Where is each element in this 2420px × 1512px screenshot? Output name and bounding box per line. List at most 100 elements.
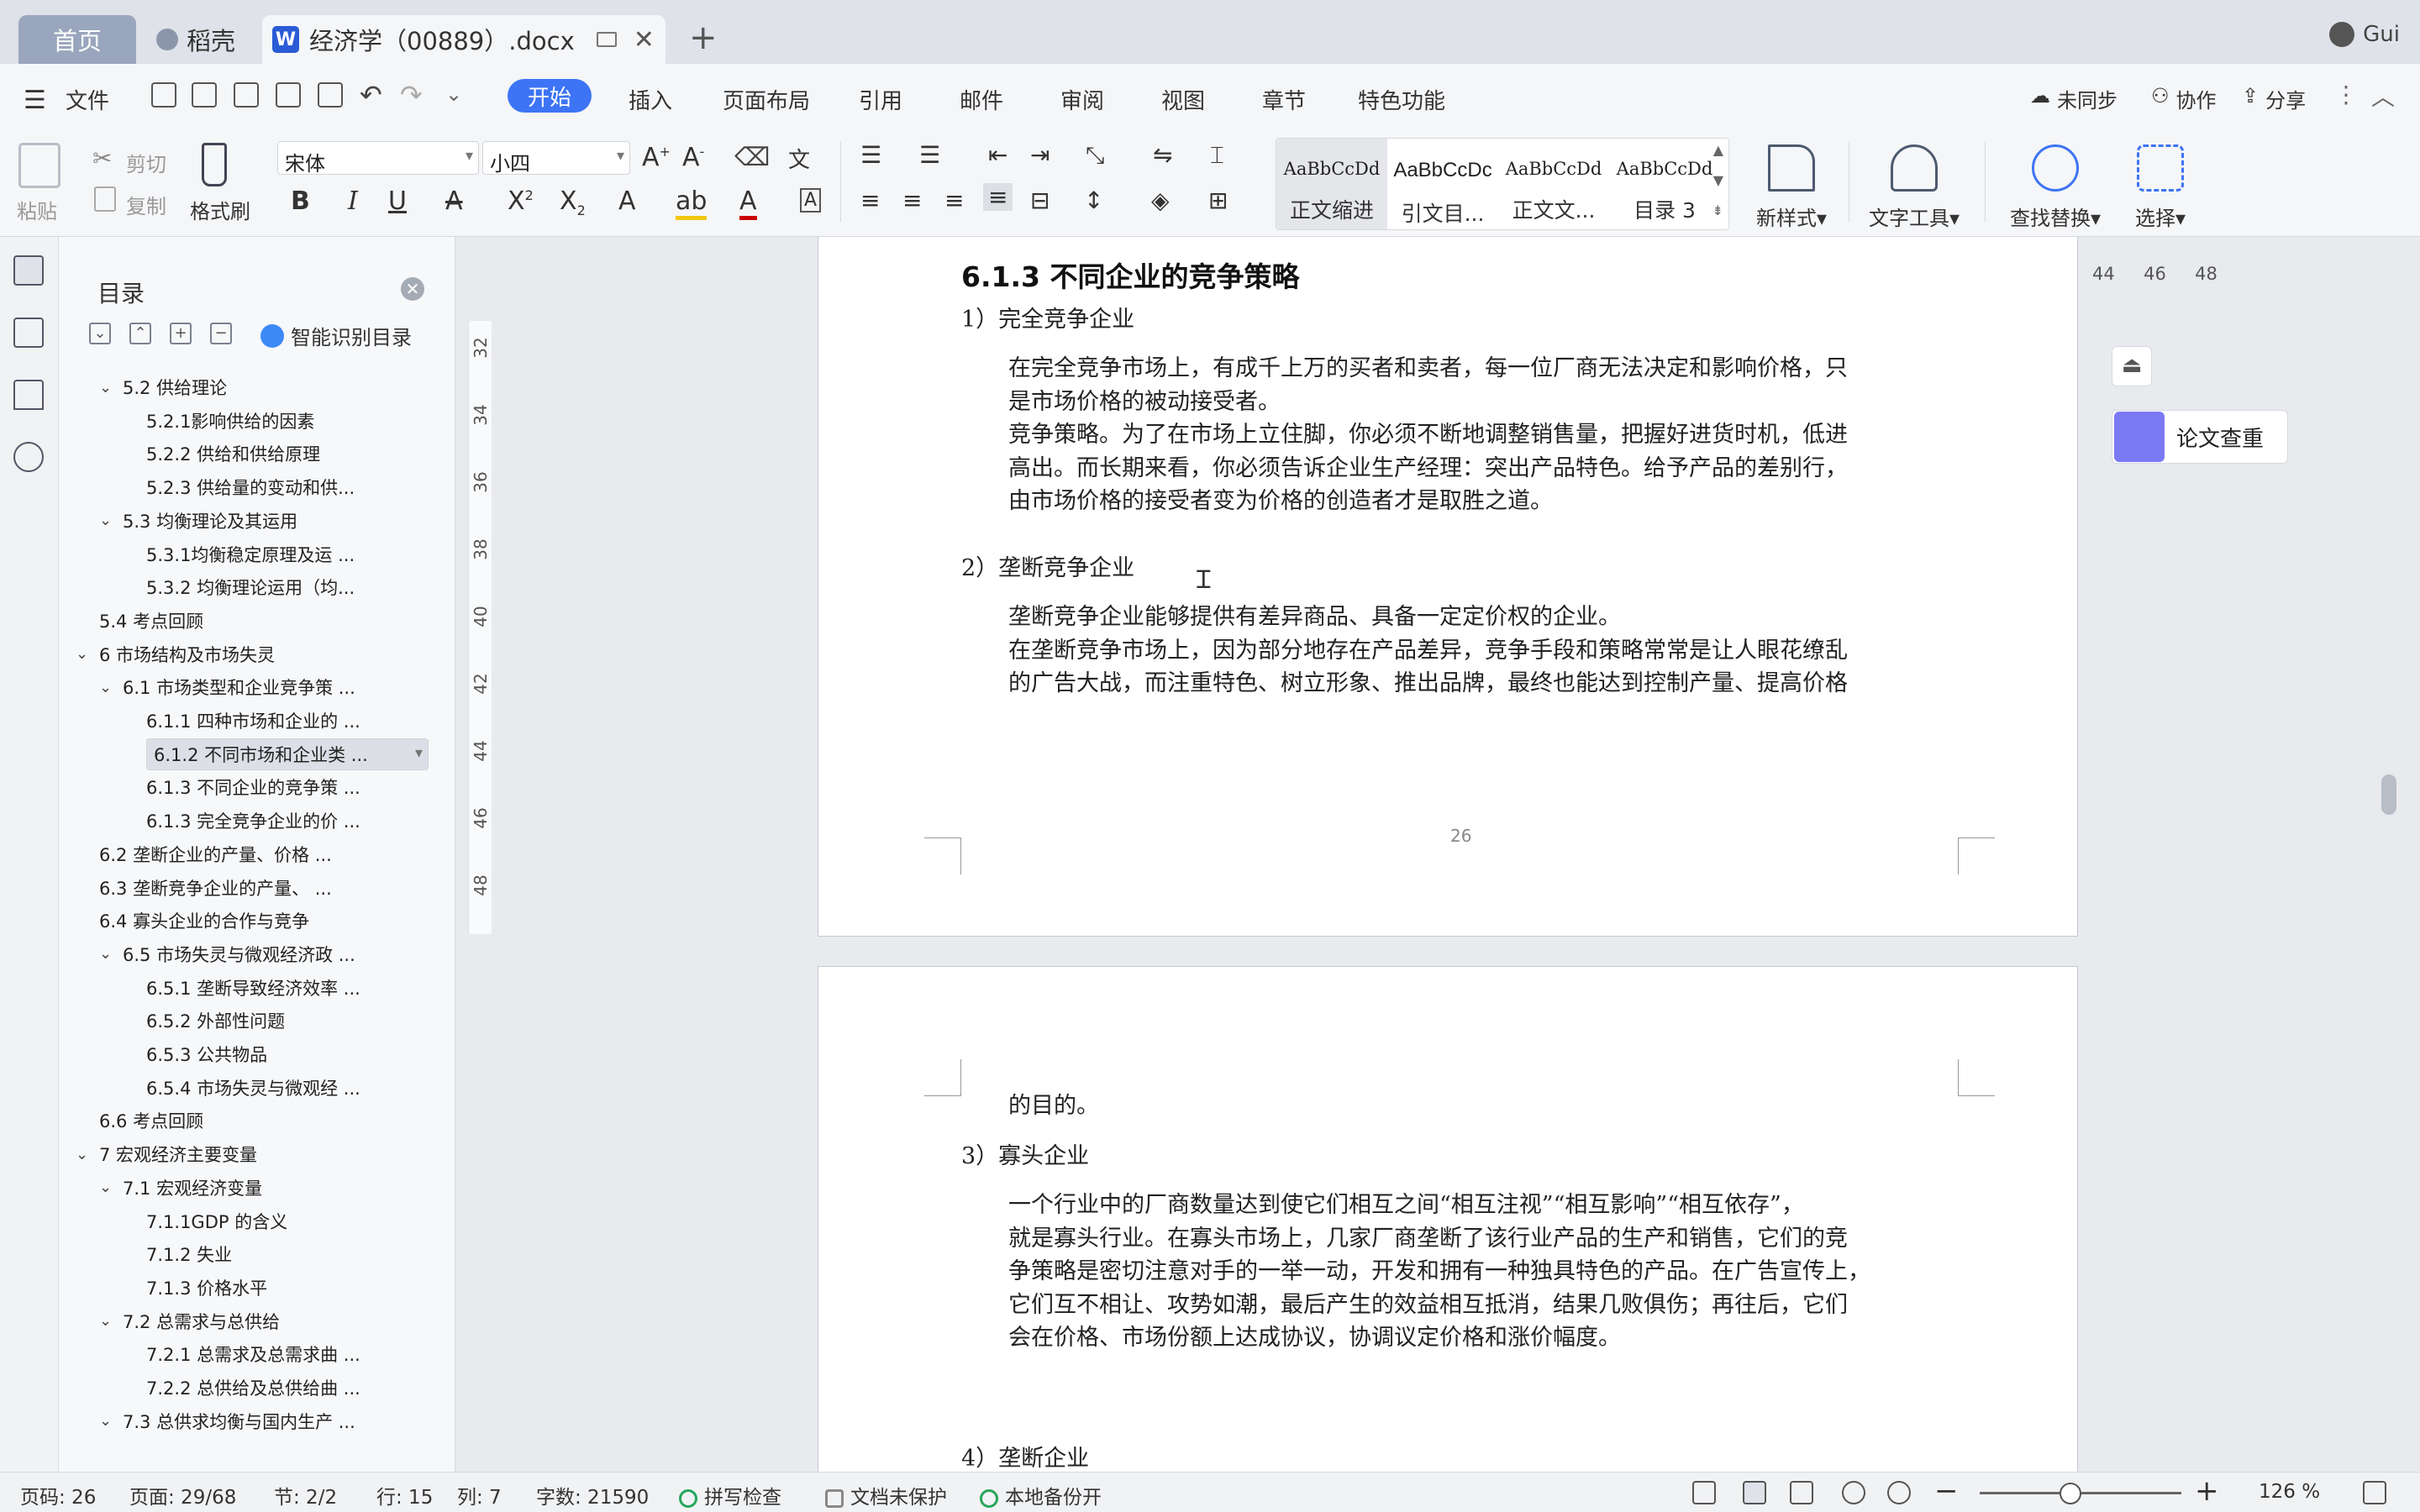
numbered-list-icon[interactable]: ☰ bbox=[919, 141, 940, 169]
tab-daoke[interactable]: 稻壳 bbox=[145, 15, 262, 64]
collapse-float-button[interactable]: ⏏ bbox=[2112, 346, 2152, 386]
toc-item[interactable]: ⌄ 7.2 总需求与总供给 bbox=[99, 1305, 429, 1337]
share-button[interactable]: ⇪ 分享 bbox=[2242, 84, 2306, 113]
toc-item[interactable]: ⌄ 7 宏观经济主要变量 bbox=[76, 1138, 429, 1170]
paragraph-line[interactable]: 是市场价格的被动接受者。 bbox=[1008, 386, 1848, 419]
chevron-down-icon[interactable]: ⌄ bbox=[99, 1412, 123, 1430]
text-tools-button[interactable]: 文字工具▾ bbox=[1862, 144, 1966, 231]
toc-item[interactable]: 6.5.4 市场失灵与微观经 ... bbox=[146, 1072, 429, 1104]
paragraph-line[interactable]: 高出。而长期来看，你必须告诉企业生产经理：突出产品特色。给予产品的差别行， bbox=[1008, 452, 1848, 486]
paragraph-line[interactable]: 会在价格、市场份额上达成协议，协调议定价格和涨价幅度。 bbox=[1008, 1321, 1870, 1355]
chevron-down-icon[interactable]: ⌄ bbox=[99, 679, 123, 696]
paragraph-line[interactable]: 在垄断竞争市场上，因为部分地存在产品差异，竞争手段和策略常常是让人眼花缭乱 bbox=[1008, 634, 1848, 668]
menu-insert[interactable]: 插入 bbox=[629, 84, 672, 115]
subsection-title[interactable]: 2）垄断竞争企业 bbox=[961, 552, 1134, 585]
format-painter-icon[interactable] bbox=[202, 143, 227, 186]
paragraph-line[interactable]: 一个行业中的厂商数量达到使它们相互之间“相互注视”“相互影响”“相互依存”， bbox=[1008, 1189, 1870, 1222]
strikethrough-icon[interactable]: A bbox=[445, 186, 463, 216]
collapse-ribbon-icon[interactable]: ︿ bbox=[2371, 79, 2395, 113]
grow-font-icon[interactable]: A+ bbox=[642, 143, 671, 172]
export-pdf-icon[interactable] bbox=[234, 82, 259, 108]
font-color-icon[interactable]: A bbox=[739, 186, 757, 220]
align-left-icon[interactable]: ≡ bbox=[860, 186, 880, 214]
collapse-all-icon[interactable]: ⌄ bbox=[89, 323, 111, 344]
expand-all-icon[interactable]: ⌃ bbox=[129, 323, 151, 344]
gallery-down-icon[interactable]: ▼ bbox=[1713, 172, 1723, 188]
print-icon[interactable] bbox=[276, 82, 301, 108]
bookmark-icon[interactable] bbox=[13, 380, 44, 410]
subsection-title[interactable]: 3）寡头企业 bbox=[961, 1140, 1089, 1173]
toc-item[interactable]: 6.6 考点回顾 bbox=[99, 1105, 429, 1137]
decrease-indent-icon[interactable]: ⇤ bbox=[988, 141, 1007, 169]
sort-icon[interactable]: ⇋ bbox=[1153, 141, 1172, 169]
page[interactable]: 的目的。 3）寡头企业 一个行业中的厂商数量达到使它们相互之间“相互注视”“相互… bbox=[818, 966, 2078, 1472]
paragraph-line[interactable]: 垄断竞争企业能够提供有差异商品、具备一定定价权的企业。 bbox=[1008, 601, 1848, 634]
toc-item[interactable]: 5.3.1均衡稳定原理及运 ... bbox=[146, 538, 429, 570]
clear-format-icon[interactable]: ⌫ bbox=[734, 143, 770, 172]
zoom-in-icon[interactable]: + bbox=[2195, 1474, 2219, 1508]
font-size-select[interactable]: 小四 bbox=[482, 141, 630, 176]
toc-item[interactable]: 6.1.3 不同企业的竞争策 ... bbox=[146, 771, 429, 803]
zoom-level[interactable]: 126 % bbox=[2259, 1481, 2320, 1503]
menu-references[interactable]: 引用 bbox=[859, 84, 902, 115]
toc-item[interactable]: 6.4 寡头企业的合作与竞争 bbox=[99, 905, 429, 937]
menu-special[interactable]: 特色功能 bbox=[1358, 84, 1445, 115]
menu-start[interactable]: 开始 bbox=[508, 79, 592, 113]
toc-item[interactable]: 6.1.2 不同市场和企业类 ... bbox=[146, 738, 429, 770]
fullscreen-icon[interactable] bbox=[1692, 1481, 1716, 1504]
toc-item[interactable]: ⌄ 5.2 供给理论 bbox=[99, 371, 429, 403]
menu-page-layout[interactable]: 页面布局 bbox=[723, 84, 810, 115]
subscript-icon[interactable]: X2 bbox=[560, 186, 586, 218]
paste-button[interactable]: 粘贴 bbox=[17, 195, 57, 224]
borders-icon[interactable]: ⊞ bbox=[1208, 186, 1228, 214]
menu-mail[interactable]: 邮件 bbox=[960, 84, 1003, 115]
paste-icon[interactable] bbox=[18, 143, 60, 188]
toc-item[interactable]: 7.1.2 失业 bbox=[146, 1238, 429, 1270]
paragraph-line[interactable]: 的广告大战，而注重特色、树立形象、推出品牌，最终也能达到控制产量、提高价格 bbox=[1008, 667, 1848, 701]
smart-toc-button[interactable]: 智能识别目录 bbox=[260, 321, 412, 350]
paragraph-block[interactable]: 垄断竞争企业能够提供有差异商品、具备一定定价权的企业。 在垄断竞争市场上，因为部分… bbox=[1008, 601, 1848, 701]
status-page-code[interactable]: 页码: 26 bbox=[20, 1481, 96, 1509]
new-tab-button[interactable]: + bbox=[689, 18, 718, 57]
subsection-title[interactable]: 1）完全竞争企业 bbox=[961, 303, 1134, 337]
style-item[interactable]: AaBbCcDd 目录 3 bbox=[1609, 139, 1720, 229]
chevron-down-icon[interactable]: ⌄ bbox=[76, 1146, 99, 1163]
close-icon[interactable]: ✕ bbox=[401, 277, 424, 301]
style-item[interactable]: AaBbCcDd 正文缩进 bbox=[1276, 139, 1387, 229]
superscript-icon[interactable]: X2 bbox=[508, 186, 534, 216]
print-preview-icon[interactable] bbox=[318, 82, 343, 108]
pinyin-guide-icon[interactable]: 文 bbox=[788, 143, 810, 174]
copy-icon[interactable] bbox=[94, 186, 116, 212]
web-view-icon[interactable] bbox=[1842, 1481, 1865, 1504]
scissors-icon[interactable]: ✂ bbox=[92, 144, 112, 172]
open-folder-icon[interactable] bbox=[151, 82, 176, 108]
toc-panel-icon[interactable] bbox=[13, 255, 44, 286]
new-style-button[interactable]: 新样式▾ bbox=[1748, 144, 1835, 231]
subsection-title[interactable]: 4）垄断企业 bbox=[961, 1442, 1089, 1472]
toc-item[interactable]: ⌄ 7.1 宏观经济变量 bbox=[99, 1172, 429, 1204]
toc-item[interactable]: 7.2.2 总供给及总供给曲 ... bbox=[146, 1372, 429, 1404]
toc-item[interactable]: 6.5.3 公共物品 bbox=[146, 1038, 429, 1070]
align-center-icon[interactable]: ≡ bbox=[902, 186, 922, 214]
paragraph-line[interactable]: 的目的。 bbox=[1008, 1089, 1099, 1123]
toc-item[interactable]: 5.2.1影响供给的因素 bbox=[146, 405, 429, 437]
chevron-down-icon[interactable]: ⌄ bbox=[76, 645, 99, 663]
menu-view[interactable]: 视图 bbox=[1161, 84, 1205, 115]
chapter-nav-icon[interactable] bbox=[13, 318, 44, 348]
text-direction-icon[interactable]: ⤡ bbox=[1086, 141, 1104, 170]
outline-view-icon[interactable] bbox=[1790, 1481, 1813, 1504]
toc-item[interactable]: 6.5.2 外部性问题 bbox=[146, 1005, 429, 1037]
toc-item[interactable]: 7.1.1GDP 的含义 bbox=[146, 1205, 429, 1237]
menu-review[interactable]: 审阅 bbox=[1060, 84, 1104, 115]
shrink-font-icon[interactable]: A- bbox=[682, 143, 704, 172]
document-scrollbar[interactable] bbox=[2381, 774, 2396, 815]
collaborate-button[interactable]: ⚇ 协作 bbox=[2151, 84, 2217, 113]
highlight-icon[interactable]: ab bbox=[676, 186, 708, 220]
select-button[interactable]: 选择▾ bbox=[2123, 144, 2198, 231]
chevron-down-icon[interactable]: ⌄ bbox=[99, 1179, 123, 1196]
toc-item[interactable]: 5.3.2 均衡理论运用（均... bbox=[146, 571, 429, 603]
bold-icon[interactable]: B bbox=[291, 186, 310, 216]
add-heading-icon[interactable]: + bbox=[170, 323, 192, 344]
menu-file[interactable]: 文件 bbox=[66, 84, 109, 115]
backup-status[interactable]: 本地备份开 bbox=[980, 1481, 1102, 1509]
